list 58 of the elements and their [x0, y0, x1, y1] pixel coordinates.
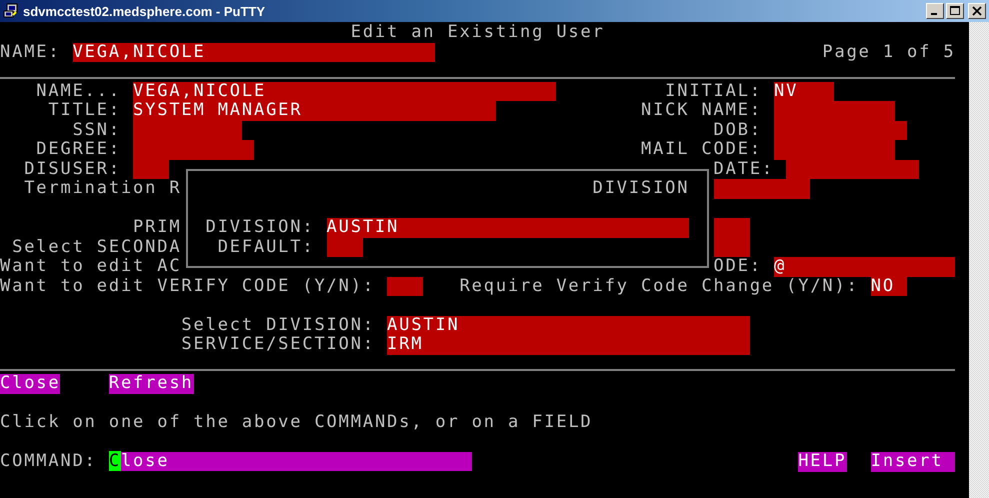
field-label: ODE:: [714, 257, 762, 276]
input-field[interactable]: NO: [870, 276, 908, 296]
field-label: NAME...: [36, 82, 121, 101]
command-label: COMMAND:: [0, 452, 97, 472]
field-label: NAME:: [0, 42, 60, 62]
field-label: TITLE:: [48, 101, 121, 120]
field-label: Select DIVISION:: [181, 316, 375, 335]
input-field[interactable]: [133, 140, 254, 160]
status-key: HELP: [798, 452, 847, 472]
field-label: Want to edit AC: [0, 257, 182, 276]
minimize-button[interactable]: [926, 3, 944, 19]
field-label: SSN:: [72, 120, 121, 140]
input-field[interactable]: SYSTEM MANAGER: [133, 101, 496, 120]
field-label: DEFAULT:: [218, 238, 314, 257]
status-key: Insert: [870, 452, 956, 472]
input-field[interactable]: [133, 160, 170, 179]
input-field[interactable]: [387, 276, 424, 296]
input-field[interactable]: AUSTIN: [387, 316, 750, 335]
terminal-computer-icon: [3, 3, 19, 19]
input-field[interactable]: @: [774, 257, 956, 276]
name-field[interactable]: VEGA,NICOLE: [72, 42, 436, 62]
input-field[interactable]: [714, 218, 750, 238]
field-label: INITIAL:: [665, 82, 762, 101]
command-field[interactable]: Close: [108, 452, 472, 472]
field-label: Require Verify Code Change (Y/N):: [460, 276, 859, 296]
maximize-button[interactable]: [946, 3, 964, 19]
input-field[interactable]: VEGA,NICOLE: [133, 82, 556, 101]
scrollbar[interactable]: [969, 22, 989, 498]
close-icon: [972, 6, 982, 16]
window-title: sdvmcctest02.medsphere.com - PuTTY: [23, 4, 266, 18]
field-label: DISUSER:: [24, 160, 121, 179]
hint-text: Click on one of the above COMMANDs, or on a FIELD: [0, 413, 593, 432]
maximize-icon: [950, 6, 960, 16]
input-field[interactable]: IRM: [387, 335, 750, 354]
field-label: Select SECONDA: [12, 238, 182, 257]
input-field[interactable]: [714, 238, 750, 257]
field-label: DOB:: [714, 120, 762, 140]
field-label: Termination R: [24, 179, 182, 198]
popup-title: DIVISION: [592, 179, 690, 198]
field-label: DATE:: [714, 160, 774, 179]
command-button[interactable]: Refresh: [108, 374, 194, 394]
screen-title: Edit an Existing User: [350, 23, 605, 42]
input-field[interactable]: NV: [774, 82, 834, 101]
field-label: PRIM: [133, 218, 182, 238]
field-label: DIVISION:: [206, 218, 314, 238]
input-field[interactable]: [786, 160, 920, 179]
field-label: Want to edit VERIFY CODE (Y/N):: [0, 276, 375, 296]
field-label: DEGREE:: [36, 140, 121, 160]
close-button[interactable]: [968, 3, 986, 19]
input-field[interactable]: [714, 179, 810, 198]
command-button[interactable]: Close: [0, 374, 60, 394]
field-label: SERVICE/SECTION:: [181, 335, 375, 354]
input-field[interactable]: [326, 238, 363, 257]
field-label: NICK NAME:: [640, 101, 762, 120]
field-label: MAIL CODE:: [640, 140, 762, 160]
page-indicator: Page 1 of 5: [822, 42, 956, 62]
minimize-icon: [931, 13, 937, 15]
input-field[interactable]: [774, 101, 895, 120]
